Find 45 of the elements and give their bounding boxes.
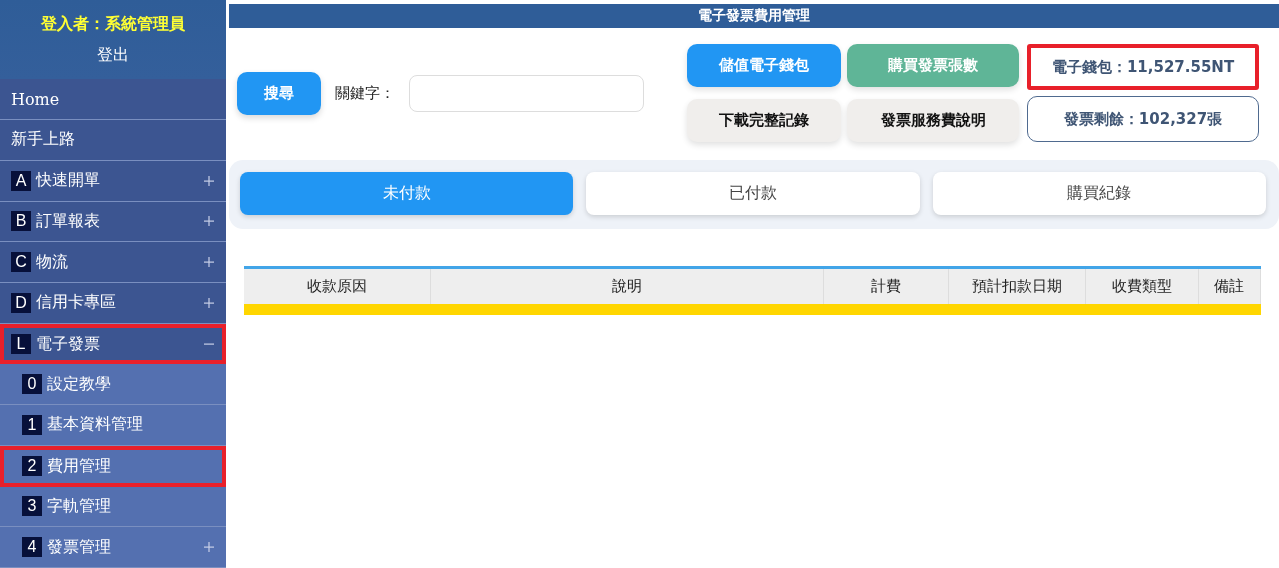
key-badge: 3: [22, 496, 42, 517]
menu-label: 基本資料管理: [47, 414, 144, 436]
info-box: 電子錢包：11,527.55NT: [1027, 44, 1259, 90]
menu-label: 訂單報表: [36, 210, 101, 232]
menu-label: 信用卡專區: [36, 292, 117, 314]
key-badge: 2: [22, 456, 42, 477]
info-box: 發票剩餘：102,327張: [1027, 96, 1259, 142]
menu-label: 發票管理: [47, 536, 112, 558]
sidebar-item[interactable]: 4 發票管理: [0, 527, 226, 568]
key-badge: B: [11, 211, 31, 232]
key-badge: L: [11, 334, 31, 354]
column-header: 收費類型: [1085, 267, 1199, 304]
key-badge: C: [11, 252, 31, 273]
keyword-label: 關鍵字：: [335, 83, 395, 103]
page-title: 電子發票費用管理: [229, 4, 1279, 28]
column-header: 備註: [1198, 267, 1261, 304]
menu-label: 快速開單: [36, 170, 101, 192]
menu-label: 字軌管理: [47, 495, 112, 517]
keyword-field[interactable]: [409, 74, 644, 112]
sidebar-item[interactable]: L 電子發票: [0, 323, 226, 365]
menu-label: 設定教學: [47, 373, 112, 395]
column-header: 預計扣款日期: [948, 267, 1086, 304]
sidebar-item[interactable]: 2 費用管理: [0, 445, 226, 487]
menu-label: Home: [11, 89, 61, 109]
sidebar-item[interactable]: 3 字軌管理: [0, 486, 226, 528]
sidebar-item[interactable]: 1 基本資料管理: [0, 405, 226, 446]
menu-label: 費用管理: [47, 455, 112, 477]
sidebar-item[interactable]: 0 設定教學: [0, 364, 226, 406]
menu-label: 物流: [36, 251, 69, 273]
column-header: 說明: [430, 267, 824, 304]
action-button[interactable]: 發票服務費說明: [847, 99, 1019, 142]
key-badge: 0: [22, 374, 42, 395]
key-badge: D: [11, 292, 31, 313]
menu-label: 新手上路: [11, 129, 76, 151]
key-badge: 4: [22, 537, 42, 558]
logout-link[interactable]: 登出: [97, 44, 129, 66]
key-badge: 1: [22, 414, 42, 435]
user-name: 登入者：系統管理員: [41, 13, 185, 35]
tab[interactable]: 購買紀錄: [932, 172, 1266, 215]
key-badge: A: [11, 170, 31, 191]
tab[interactable]: 已付款: [586, 172, 920, 215]
column-header: 計費: [823, 267, 949, 304]
menu-label: 電子發票: [36, 333, 101, 355]
action-button[interactable]: 下載完整記錄: [687, 99, 841, 142]
column-header: 收款原因: [244, 267, 431, 304]
